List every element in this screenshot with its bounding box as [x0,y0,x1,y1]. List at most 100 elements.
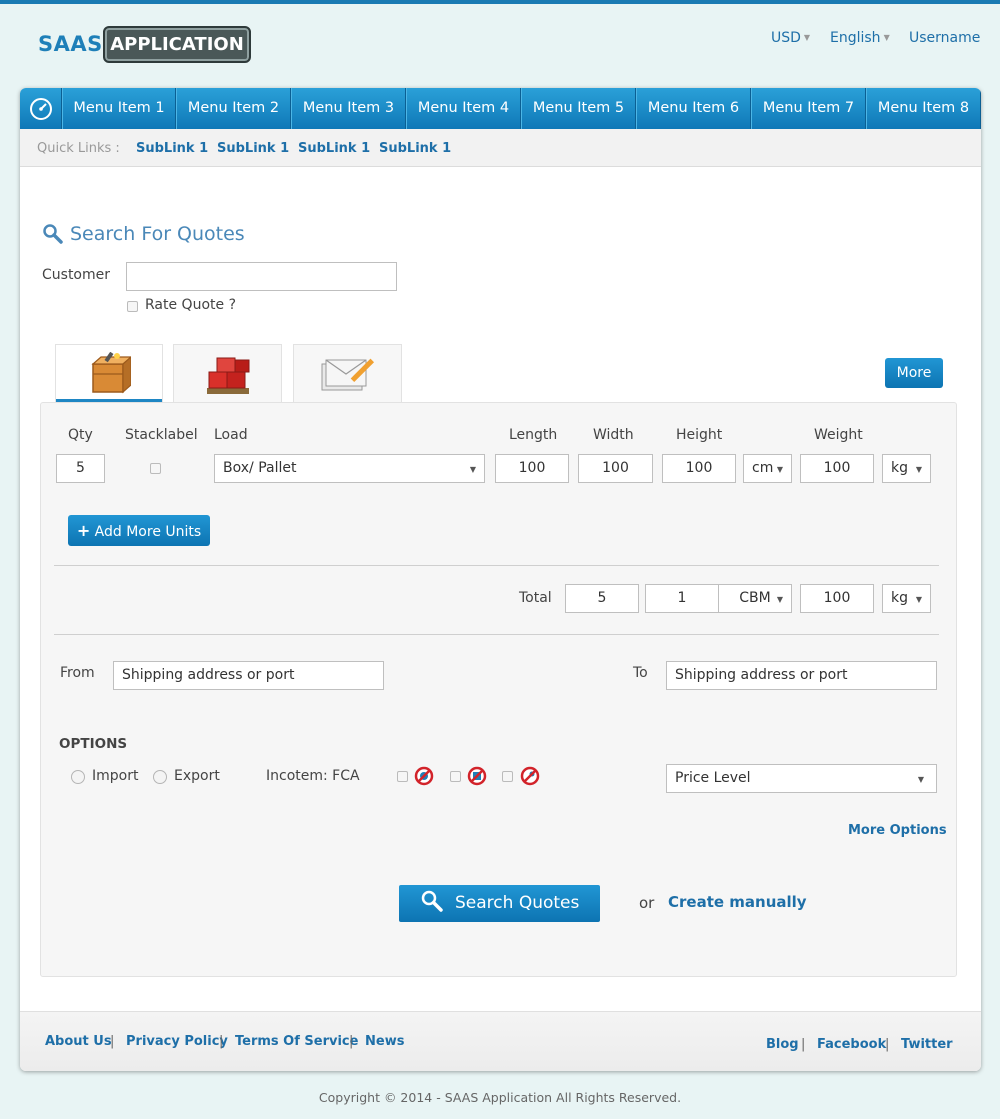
footer-separator: | [801,1037,806,1052]
sublink[interactable]: SubLink 1 [379,141,451,156]
search-quotes-button[interactable]: Search Quotes [399,885,600,922]
weight-input[interactable]: 100 [800,454,874,483]
currency-label: USD [771,30,801,46]
nav-item-1[interactable]: Menu Item 1 [62,88,176,129]
language-dropdown[interactable]: English ▼ [830,30,890,46]
main-card: Menu Item 1 Menu Item 2 Menu Item 3 Menu… [20,88,981,1071]
footer-link-blog[interactable]: Blog [766,1037,799,1052]
pallet-boxes-icon [206,357,249,394]
currency-dropdown[interactable]: USD ▼ [771,30,810,46]
rate-quote-checkbox[interactable] [127,301,138,312]
footer-separator: | [110,1034,115,1049]
footer-link-privacy[interactable]: Privacy Policy [126,1034,228,1049]
option-checkbox-2[interactable] [450,771,461,782]
to-input[interactable]: Shipping address or port [666,661,937,690]
footer-link-twitter[interactable]: Twitter [901,1037,953,1052]
total-weight-unit-select[interactable]: kg ▼ [882,584,931,613]
sublink[interactable]: SubLink 1 [298,141,370,156]
total-qty-field[interactable]: 5 [565,584,639,613]
tab-pallet[interactable] [173,344,282,402]
volume-unit-value: CBM [739,590,771,606]
footer-link-facebook[interactable]: Facebook [817,1037,886,1052]
stackable-checkbox[interactable] [150,463,161,474]
stack-header: Stacklabel [125,427,198,443]
volume-unit-select[interactable]: CBM ▼ [718,584,792,613]
divider [54,634,939,635]
tab-crate[interactable] [55,344,163,402]
chevron-down-icon: ▼ [917,775,924,784]
dimension-unit-value: cm [752,460,774,476]
sublink[interactable]: SubLink 1 [217,141,289,156]
footer: About Us | Privacy Policy | Terms Of Ser… [20,1011,981,1071]
no-hazardous-icon [414,766,434,786]
total-weight-field[interactable]: 100 [800,584,874,613]
import-radio[interactable] [71,770,85,784]
tab-message[interactable] [293,344,402,402]
from-label: From [60,665,95,681]
dashboard-home-button[interactable] [20,88,62,129]
search-quotes-label: Search Quotes [455,893,580,913]
total-weight-unit-value: kg [891,590,908,606]
nav-item-6[interactable]: Menu Item 6 [636,88,751,129]
load-select[interactable]: Box/ Pallet ▼ [214,454,485,483]
logo-saas[interactable]: SAAS [38,32,103,56]
footer-link-terms[interactable]: Terms Of Service [235,1034,358,1049]
rate-quote-label: Rate Quote ? [145,297,236,313]
height-input[interactable]: 100 [662,454,736,483]
to-label: To [633,665,648,681]
price-level-select[interactable]: Price Level ▼ [666,764,937,793]
more-button[interactable]: More [885,358,943,388]
divider [54,565,939,566]
export-radio[interactable] [153,770,167,784]
options-heading: OPTIONS [59,736,128,752]
export-label: Export [174,768,220,784]
footer-link-about[interactable]: About Us [45,1034,112,1049]
more-options-link[interactable]: More Options [848,823,947,838]
option-checkbox-3[interactable] [502,771,513,782]
chevron-down-icon: ▼ [915,595,922,604]
sublink[interactable]: SubLink 1 [136,141,208,156]
nav-item-5[interactable]: Menu Item 5 [521,88,636,129]
load-select-value: Box/ Pallet [223,460,297,476]
chevron-down-icon: ▼ [776,465,783,474]
copyright-text: Copyright © 2014 - SAAS Application All … [318,1090,682,1105]
qty-input[interactable]: 5 [56,454,105,483]
logo-application[interactable]: APPLICATION [103,26,251,63]
crate-icon [91,351,131,393]
nav-item-2[interactable]: Menu Item 2 [176,88,291,129]
price-level-value: Price Level [675,770,751,786]
chevron-down-icon: ▼ [915,465,922,474]
incoterm-label: Incotem: FCA [266,768,360,784]
chevron-down-icon: ▼ [883,33,890,42]
dimension-unit-select[interactable]: cm ▼ [743,454,792,483]
import-label: Import [92,768,139,784]
width-input[interactable]: 100 [578,454,653,483]
total-volume-field[interactable]: 1 [645,584,719,613]
length-input[interactable]: 100 [495,454,569,483]
nav-item-8[interactable]: Menu Item 8 [866,88,981,129]
main-nav: Menu Item 1 Menu Item 2 Menu Item 3 Menu… [20,88,981,129]
add-more-units-button[interactable]: + Add More Units [68,515,210,546]
nav-item-7[interactable]: Menu Item 7 [751,88,866,129]
add-more-units-label: Add More Units [94,524,202,540]
customer-label: Customer [42,267,111,283]
weight-unit-select[interactable]: kg ▼ [882,454,931,483]
page-title-text: Search For Quotes [70,223,245,245]
from-input[interactable]: Shipping address or port [113,661,384,690]
quick-links-label: Quick Links : [37,141,120,156]
search-icon [421,890,443,912]
nav-item-3[interactable]: Menu Item 3 [291,88,406,129]
customer-input[interactable] [126,262,397,291]
nav-item-4[interactable]: Menu Item 4 [406,88,521,129]
language-label: English [830,30,881,46]
username-link[interactable]: Username [909,30,980,46]
weight-header: Weight [814,427,863,443]
no-tools-icon [520,766,540,786]
footer-separator: | [349,1034,354,1049]
top-accent-bar [0,0,1000,4]
envelope-edit-icon [321,358,374,390]
chevron-down-icon: ▼ [776,595,783,604]
footer-link-news[interactable]: News [365,1034,404,1049]
create-manually-link[interactable]: Create manually [668,893,807,911]
option-checkbox-1[interactable] [397,771,408,782]
